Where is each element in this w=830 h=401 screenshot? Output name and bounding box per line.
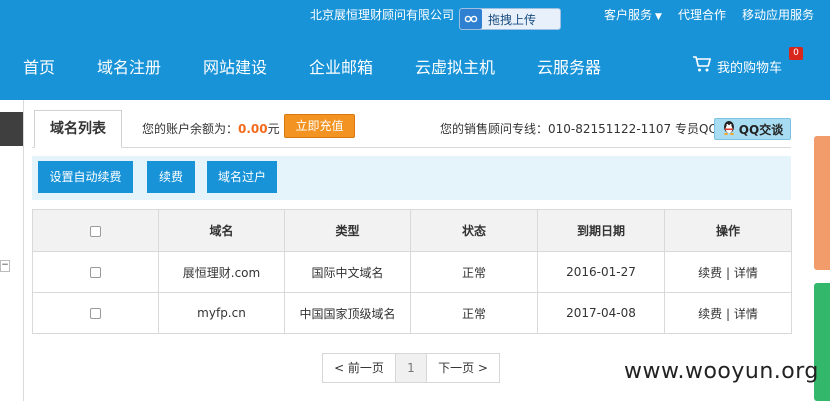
- top-link-mobile-apps[interactable]: 移动应用服务: [742, 6, 814, 23]
- collapse-icon[interactable]: −: [0, 260, 10, 272]
- row-checkbox[interactable]: [90, 308, 101, 319]
- qq-chat-label: QQ交谈: [738, 122, 784, 137]
- nav-item-website-building[interactable]: 网站建设: [203, 54, 267, 78]
- domain-transfer-button[interactable]: 域名过户: [207, 161, 277, 193]
- op-separator: |: [725, 306, 731, 321]
- domain-name-cell: myfp.cn: [158, 292, 285, 334]
- renew-link[interactable]: 续费: [698, 266, 722, 280]
- renew-button[interactable]: 续费: [147, 161, 195, 193]
- drag-upload-button[interactable]: 拖拽上传: [459, 8, 561, 30]
- top-links: 客户服务 ▼ 代理合作 移动应用服务: [604, 6, 814, 23]
- column-header-actions: 操作: [664, 209, 792, 252]
- domain-status-cell: 正常: [410, 292, 538, 334]
- next-page-button[interactable]: 下一页 >: [426, 353, 500, 383]
- column-header-type: 类型: [284, 209, 411, 252]
- domain-type-cell: 国际中文域名: [284, 251, 411, 293]
- pagination: < 前一页 1 下一页 >: [322, 353, 500, 383]
- account-balance: 您的账户余额为：0.00元: [142, 122, 280, 136]
- row-checkbox[interactable]: [90, 267, 101, 278]
- top-link-customer-service[interactable]: 客户服务 ▼: [604, 6, 662, 23]
- table-row: myfp.cn 中国国家顶级域名 正常 2017-04-08 续费 | 详情: [32, 292, 792, 334]
- details-link[interactable]: 详情: [734, 266, 758, 280]
- cart-count-badge: 0: [789, 47, 803, 60]
- upload-icon: [460, 9, 482, 29]
- op-separator: |: [725, 265, 731, 280]
- left-sidebar: −: [0, 100, 24, 401]
- expiry-date-cell: 2017-04-08: [537, 292, 665, 334]
- nav-item-virtual-host[interactable]: 云虚拟主机: [415, 54, 495, 78]
- cart-label: 我的购物车: [717, 60, 783, 76]
- details-link[interactable]: 详情: [734, 307, 758, 321]
- sales-advisor-text: 您的销售顾问专线：010-82151122-1107 专员QQ: [440, 122, 718, 136]
- company-name: 北京展恒理财顾问有限公司: [310, 8, 455, 22]
- domain-status-cell: 正常: [410, 251, 538, 293]
- renew-link[interactable]: 续费: [698, 307, 722, 321]
- main-nav: 首页 域名注册 网站建设 企业邮箱 云虚拟主机 云服务器 我的购物车 0: [0, 28, 830, 100]
- row-select-cell: [32, 292, 159, 334]
- recharge-button[interactable]: 立即充值: [284, 114, 355, 138]
- expiry-date-cell: 2016-01-27: [537, 251, 665, 293]
- nav-item-enterprise-email[interactable]: 企业邮箱: [309, 54, 373, 78]
- cart-icon: [692, 55, 712, 77]
- column-header-status: 状态: [410, 209, 538, 252]
- balance-amount: 0.00: [238, 122, 268, 136]
- select-all-cell: [32, 209, 159, 252]
- caret-down-icon: ▼: [655, 12, 662, 22]
- top-bar: 北京展恒理财顾问有限公司 客户服务 ▼ 代理合作 移动应用服务: [0, 0, 830, 28]
- domain-name-cell: 展恒理财.com: [158, 251, 285, 293]
- current-page-indicator[interactable]: 1: [395, 353, 427, 383]
- account-info-bar: 域名列表 您的账户余额为：0.00元 立即充值 您的销售顾问专线：010-821…: [32, 110, 791, 148]
- top-link-agency[interactable]: 代理合作: [678, 6, 726, 23]
- drag-upload-label: 拖拽上传: [488, 12, 537, 27]
- column-header-domain: 域名: [158, 209, 285, 252]
- nav-item-cloud-server[interactable]: 云服务器: [537, 54, 601, 78]
- sidebar-header-block: [0, 112, 23, 146]
- qq-penguin-icon: [722, 120, 736, 138]
- select-all-checkbox[interactable]: [90, 225, 101, 237]
- prev-page-button[interactable]: < 前一页: [322, 353, 396, 383]
- cart-button[interactable]: 我的购物车 0: [692, 47, 803, 77]
- row-select-cell: [32, 251, 159, 293]
- side-tab-orange[interactable]: [814, 136, 830, 270]
- table-header-row: 域名 类型 状态 到期日期 操作: [32, 209, 792, 252]
- nav-item-domain-registration[interactable]: 域名注册: [97, 54, 161, 78]
- qq-chat-button[interactable]: QQ交谈: [714, 118, 791, 140]
- table-row: 展恒理财.com 国际中文域名 正常 2016-01-27 续费 | 详情: [32, 251, 792, 293]
- nav-item-home[interactable]: 首页: [23, 54, 55, 78]
- column-header-expiry: 到期日期: [537, 209, 665, 252]
- domain-type-cell: 中国国家顶级域名: [284, 292, 411, 334]
- operations-cell: 续费 | 详情: [664, 251, 792, 293]
- operations-cell: 续费 | 详情: [664, 292, 792, 334]
- tab-domain-list[interactable]: 域名列表: [34, 110, 122, 148]
- action-toolbar: 设置自动续费 续费 域名过户: [32, 156, 791, 200]
- auto-renew-button[interactable]: 设置自动续费: [38, 161, 133, 193]
- watermark: www.wooyun.org: [624, 359, 819, 384]
- domain-table: 域名 类型 状态 到期日期 操作 展恒理财.com 国际中文域名 正常 2016…: [32, 209, 792, 334]
